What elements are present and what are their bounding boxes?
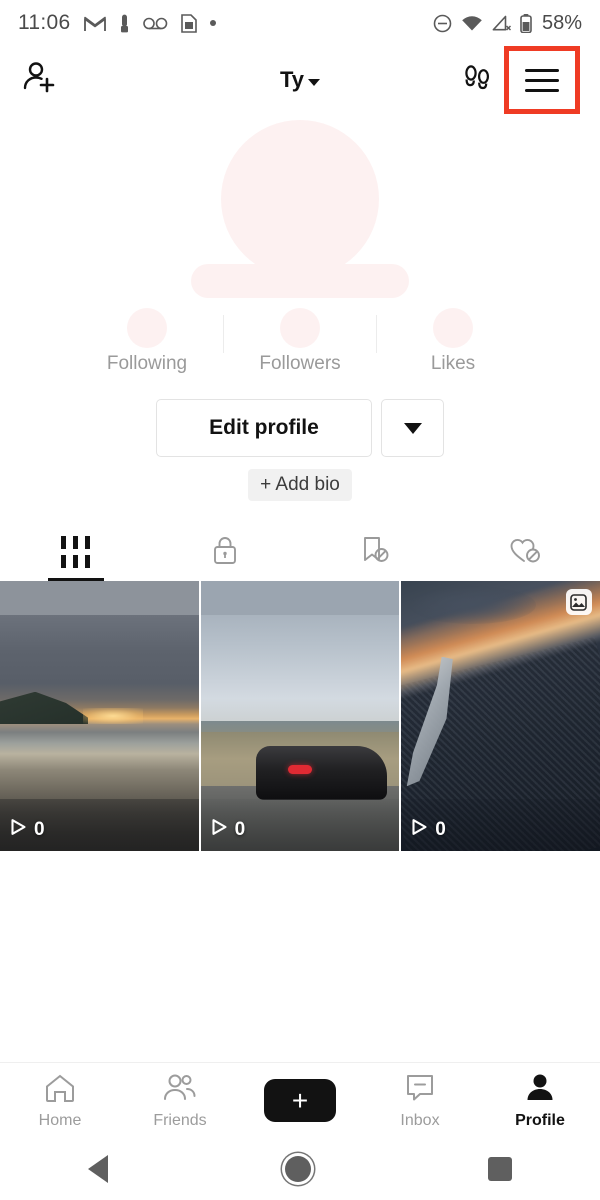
play-count-label: 0 [435,819,446,841]
top-nav-right-actions [458,46,580,114]
stat-likes[interactable]: Likes [377,308,529,375]
followers-label: Followers [259,353,340,375]
video-1-sun-glow [83,708,143,724]
nav-item-home[interactable]: Home [0,1072,120,1130]
username-placeholder [191,264,409,298]
sim-card-icon [181,14,197,33]
play-count-label: 0 [34,819,45,841]
nav-label-inbox: Inbox [400,1112,439,1130]
photo-icon [566,589,592,615]
status-bar: 11:06 [0,0,600,46]
profile-title-label: Ty [280,67,304,93]
profile-person-icon [524,1072,556,1109]
video-thumbnail-1[interactable]: 0 [0,581,199,851]
play-icon [10,818,27,842]
tab-posts[interactable] [0,523,150,581]
video-2-play-count: 0 [211,818,246,842]
video-3-play-count: 0 [411,818,446,842]
followers-count-placeholder [280,308,320,348]
likes-label: Likes [431,353,475,375]
following-label: Following [107,353,187,375]
hamburger-menu-icon [525,69,559,92]
do-not-disturb-icon [433,14,452,33]
bottom-navigation-bar: Home Friends + [0,1062,600,1138]
recents-square-icon[interactable] [488,1157,512,1181]
back-triangle-icon[interactable] [88,1155,108,1183]
chevron-down-icon [308,79,320,86]
add-friend-button[interactable] [20,58,60,103]
play-icon [211,818,228,842]
tab-liked[interactable] [450,523,600,581]
footprints-icon[interactable] [458,59,496,102]
voicemail-icon [143,17,168,30]
video-1-top-band [0,581,199,615]
heart-hidden-icon [508,534,542,571]
tab-private[interactable] [150,523,300,581]
grid-icon [61,536,90,568]
cellular-no-signal-icon [492,15,511,32]
nav-item-inbox[interactable]: Inbox [360,1072,480,1130]
edit-profile-button[interactable]: Edit profile [156,399,372,457]
more-options-button[interactable] [381,399,444,457]
battery-percent-label: 58% [542,12,582,35]
video-3-clouds [409,586,536,624]
create-plus-icon[interactable]: + [264,1079,336,1122]
android-system-bar [0,1138,600,1200]
profile-tabs [0,523,600,581]
dot-icon [210,20,216,26]
tab-saved[interactable] [300,523,450,581]
gmail-icon [84,15,106,32]
inbox-icon [404,1072,436,1109]
home-circle-icon[interactable] [285,1156,311,1182]
home-icon [43,1072,77,1109]
wifi-icon [461,15,483,32]
top-navigation-bar: Ty [0,46,600,114]
following-count-placeholder [127,308,167,348]
nav-label-profile: Profile [515,1112,565,1130]
nav-item-friends[interactable]: Friends [120,1072,240,1130]
add-bio-button[interactable]: + Add bio [248,469,352,501]
nav-label-friends: Friends [153,1112,206,1130]
edit-profile-label: Edit profile [209,416,319,440]
lock-icon [211,534,239,571]
status-clock: 11:06 [18,11,71,35]
caret-down-icon [404,423,422,434]
nav-item-create[interactable]: + [240,1079,360,1122]
video-2-top-band [201,581,400,615]
status-bar-left: 11:06 [18,11,216,35]
video-thumbnail-3[interactable]: 0 [401,581,600,851]
avatar[interactable] [221,120,379,278]
status-bar-right: 58% [433,12,582,35]
hamburger-menu-button[interactable] [504,46,580,114]
key-icon [119,14,130,33]
video-2-car [256,746,387,800]
profile-header: Following Followers Likes Edit profile +… [0,114,600,501]
phone-screen: 11:06 [0,0,600,1200]
stat-following[interactable]: Following [71,308,223,375]
video-thumbnail-2[interactable]: 0 [201,581,400,851]
profile-stats: Following Followers Likes [0,308,600,375]
nav-item-profile[interactable]: Profile [480,1072,600,1130]
battery-icon [520,14,532,33]
bookmark-hidden-icon [359,534,391,571]
video-1-play-count: 0 [10,818,45,842]
friends-icon [161,1072,199,1109]
likes-count-placeholder [433,308,473,348]
play-icon [411,818,428,842]
add-bio-row: + Add bio [248,469,352,501]
nav-label-home: Home [39,1112,82,1130]
add-person-icon [20,58,60,103]
profile-actions: Edit profile [156,399,444,457]
video-grid: 0 0 [0,581,600,851]
stat-followers[interactable]: Followers [224,308,376,375]
play-count-label: 0 [235,819,246,841]
plus-glyph: + [292,1087,308,1115]
video-2-car-taillight [288,765,312,774]
